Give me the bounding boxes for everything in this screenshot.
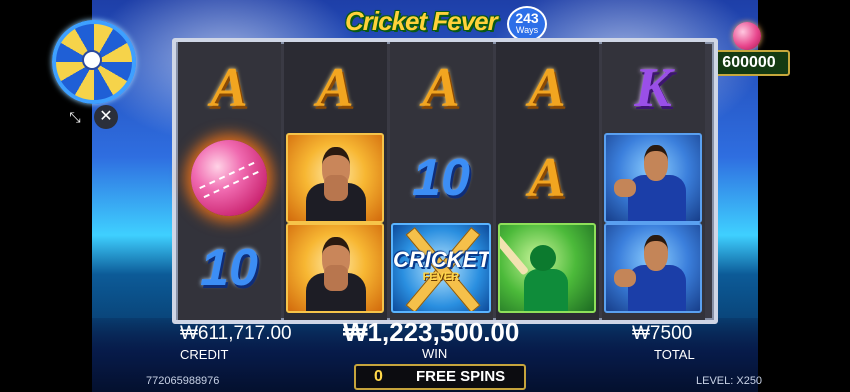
reel-symbol: A: [497, 44, 597, 132]
free-spins-counter: 0 FREE SPINS: [354, 364, 526, 390]
total-bet-value: ₩7500: [632, 323, 693, 344]
reel-symbol: [285, 133, 385, 223]
symbol-10: 10: [200, 239, 258, 297]
bowler-symbol-icon: [604, 223, 702, 313]
captain-symbol-icon: [286, 223, 384, 313]
wild-subtitle: FEVER: [422, 271, 460, 283]
credit-value: ₩611,717.00: [180, 323, 292, 344]
level-indicator: LEVEL: X250: [696, 375, 763, 387]
win-label: WIN: [422, 346, 448, 361]
logo-title: Cricket Fever: [345, 6, 498, 36]
symbol-a: A: [528, 57, 566, 119]
reel-2: A: [284, 42, 387, 320]
jackpot-value: 600000: [708, 50, 790, 76]
reel-symbol: [285, 223, 385, 313]
reel-symbol: 10: [391, 134, 491, 222]
symbol-10: 10: [412, 149, 470, 207]
bowler-symbol-icon: [604, 133, 702, 223]
symbol-k: K: [634, 57, 672, 119]
wheel-hub: [82, 50, 102, 70]
captain-symbol-icon: [286, 133, 384, 223]
total-bet-label: TOTAL: [654, 347, 695, 362]
win-value: ₩1,223,500.00: [343, 317, 520, 347]
ways-label: Ways: [515, 25, 539, 35]
reel-symbol: [603, 133, 703, 223]
free-spins-label: FREE SPINS: [416, 368, 506, 385]
reel-symbol: [603, 223, 703, 313]
reel-symbol: A: [391, 44, 491, 132]
reel-symbol: [179, 134, 279, 222]
free-spins-count: 0: [374, 368, 383, 385]
reel-symbol: A: [179, 44, 279, 132]
symbol-a: A: [528, 147, 566, 209]
reel-symbol: CRICKET FEVER: [391, 223, 491, 313]
flaming-ball-icon: [191, 140, 267, 216]
symbol-a: A: [210, 57, 248, 119]
wild-symbol: CRICKET FEVER: [391, 223, 491, 313]
collapse-icon[interactable]: ⤡: [68, 110, 82, 124]
reel-3: A 10 CRICKET FEVER: [390, 42, 493, 320]
symbol-a: A: [422, 57, 460, 119]
symbol-a: A: [316, 57, 354, 119]
wild-title: CRICKET: [393, 247, 491, 272]
reel-symbol: K: [603, 44, 703, 132]
ways-number: 243: [515, 10, 539, 26]
game-screen: Cricket Fever 243 Ways ⤡ ✕ 600000 A 10 A A 1…: [0, 0, 850, 392]
reel-symbol: A: [497, 134, 597, 222]
reel-symbol: [497, 223, 597, 313]
reel-5: K: [602, 42, 705, 320]
batsman-symbol-icon: [498, 223, 596, 313]
credit-label: CREDIT: [180, 347, 229, 362]
reel-4: AA: [496, 42, 599, 320]
reel-grid: A 10 A A 10 CRICKET FEVER A A K: [172, 38, 718, 324]
jackpot-ball-icon: [733, 22, 761, 50]
ways-badge: 243 Ways: [507, 6, 547, 42]
reel-symbol: 10: [179, 224, 279, 312]
close-button[interactable]: ✕: [94, 105, 118, 129]
reel-symbol: A: [285, 44, 385, 132]
reel-1: A 10: [178, 42, 281, 320]
session-id: 772065988976: [146, 375, 220, 387]
